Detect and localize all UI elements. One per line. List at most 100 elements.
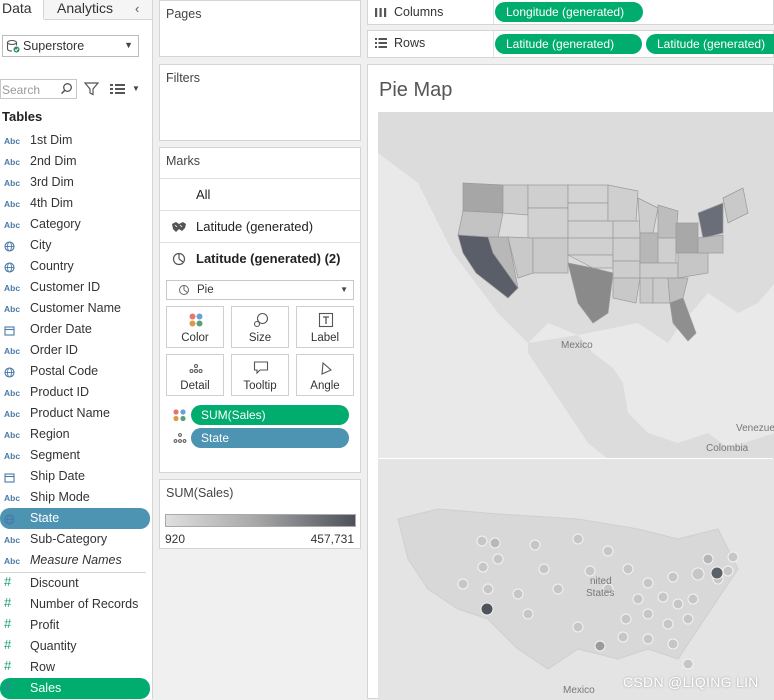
field-4th-dim[interactable]: Abc 4th Dim bbox=[0, 193, 150, 214]
marks-layer-2-label: Latitude (generated) (2) bbox=[196, 251, 341, 266]
number-type-icon: # bbox=[4, 679, 12, 694]
rows-pill-latitude-2[interactable]: Latitude (generated) bbox=[646, 34, 774, 54]
size-button[interactable]: Size bbox=[231, 306, 289, 348]
map-label-united-states-2: States bbox=[586, 588, 614, 599]
marks-pill-row-detail: State bbox=[166, 428, 356, 448]
field-label: Customer ID bbox=[30, 280, 101, 294]
string-type-icon: Abc bbox=[4, 157, 21, 167]
field-1st-dim[interactable]: Abc 1st Dim bbox=[0, 130, 150, 151]
tooltip-icon bbox=[253, 361, 269, 375]
field-ship-date[interactable]: Ship Date bbox=[0, 466, 150, 487]
globe-icon bbox=[4, 367, 22, 378]
field-label: Ship Mode bbox=[30, 490, 90, 504]
field-sales[interactable]: # Sales bbox=[0, 678, 150, 699]
field-label: Measure Names bbox=[30, 553, 122, 567]
angle-button[interactable]: Angle bbox=[296, 354, 354, 396]
string-type-icon: Abc bbox=[4, 451, 21, 461]
filters-card[interactable]: Filters bbox=[159, 64, 361, 141]
field-customer-name[interactable]: Abc Customer Name bbox=[0, 298, 150, 319]
marks-pill-state[interactable]: State bbox=[191, 428, 349, 448]
label-icon bbox=[318, 312, 334, 328]
number-type-icon: # bbox=[4, 658, 12, 673]
field-label: Category bbox=[30, 217, 81, 231]
field-3rd-dim[interactable]: Abc 3rd Dim bbox=[0, 172, 150, 193]
label-button[interactable]: Label bbox=[296, 306, 354, 348]
field-label: Product ID bbox=[30, 385, 90, 399]
field-quantity[interactable]: # Quantity bbox=[0, 636, 150, 657]
filled-map[interactable]: Mexico Colombia Venezue bbox=[378, 112, 774, 458]
field-measure-names[interactable]: Abc Measure Names bbox=[0, 550, 150, 571]
field-sub-category[interactable]: Abc Sub-Category bbox=[0, 529, 150, 550]
field-2nd-dim[interactable]: Abc 2nd Dim bbox=[0, 151, 150, 172]
field-label: Region bbox=[30, 427, 70, 441]
tooltip-button[interactable]: Tooltip bbox=[231, 354, 289, 396]
rows-icon bbox=[375, 38, 387, 48]
color-legend-max: 457,731 bbox=[310, 532, 354, 546]
rows-pill-latitude-1[interactable]: Latitude (generated) bbox=[495, 34, 642, 54]
field-segment[interactable]: Abc Segment bbox=[0, 445, 150, 466]
field-category[interactable]: Abc Category bbox=[0, 214, 150, 235]
color-button[interactable]: Color bbox=[166, 306, 224, 348]
string-type-icon: Abc bbox=[4, 556, 21, 566]
field-label: 1st Dim bbox=[30, 133, 73, 147]
field-label: 2nd Dim bbox=[30, 154, 77, 168]
map-label-venezuela: Venezue bbox=[736, 423, 774, 434]
field-discount[interactable]: # Discount bbox=[0, 573, 150, 594]
field-region[interactable]: Abc Region bbox=[0, 424, 150, 445]
mark-type-dropdown[interactable]: Pie ▼ bbox=[166, 280, 354, 300]
datasource-selector[interactable]: Superstore ▼ bbox=[2, 35, 139, 57]
label-button-label: Label bbox=[310, 332, 340, 344]
field-number-of-records[interactable]: # Number of Records bbox=[0, 594, 150, 615]
globe-icon bbox=[4, 514, 22, 525]
field-label: Quantity bbox=[30, 639, 77, 653]
field-label: Discount bbox=[30, 576, 79, 590]
marks-layer-all[interactable]: All bbox=[160, 178, 360, 209]
field-postal-code[interactable]: Postal Code bbox=[0, 361, 150, 382]
color-legend-card[interactable]: SUM(Sales) 920 457,731 bbox=[159, 479, 361, 549]
view-options-chevron-icon[interactable]: ▼ bbox=[132, 84, 140, 93]
field-row[interactable]: # Row bbox=[0, 657, 150, 678]
pie-mark-new-york bbox=[710, 566, 724, 580]
field-country[interactable]: Country bbox=[0, 256, 150, 277]
field-state[interactable]: State bbox=[0, 508, 150, 529]
tab-data[interactable]: Data bbox=[0, 0, 44, 20]
field-product-name[interactable]: Abc Product Name bbox=[0, 403, 150, 424]
field-city[interactable]: City bbox=[0, 235, 150, 256]
marks-pill-sum-sales[interactable]: SUM(Sales) bbox=[191, 405, 349, 425]
number-type-icon: # bbox=[4, 595, 12, 610]
field-product-id[interactable]: Abc Product ID bbox=[0, 382, 150, 403]
columns-shelf[interactable]: Columns Longitude (generated) bbox=[367, 0, 774, 25]
field-label: City bbox=[30, 238, 52, 252]
field-ship-mode[interactable]: Abc Ship Mode bbox=[0, 487, 150, 508]
color-icon bbox=[189, 313, 203, 327]
field-customer-id[interactable]: Abc Customer ID bbox=[0, 277, 150, 298]
pie-mark-texas bbox=[594, 640, 606, 652]
field-order-date[interactable]: Order Date bbox=[0, 319, 150, 340]
string-type-icon: Abc bbox=[4, 388, 21, 398]
sheet-title: Pie Map bbox=[379, 79, 453, 101]
detail-button[interactable]: Detail bbox=[166, 354, 224, 396]
columns-pill-longitude[interactable]: Longitude (generated) bbox=[495, 2, 643, 22]
string-type-icon: Abc bbox=[4, 283, 21, 293]
field-profit[interactable]: # Profit bbox=[0, 615, 150, 636]
rows-shelf[interactable]: Rows Latitude (generated) Latitude (gene… bbox=[367, 30, 774, 58]
pie-map[interactable]: nited States Mexico bbox=[378, 459, 774, 700]
marks-layer-1[interactable]: Latitude (generated) bbox=[160, 210, 360, 241]
view-options-icon[interactable] bbox=[110, 83, 125, 95]
marks-card-title: Marks bbox=[166, 154, 201, 168]
field-search-input[interactable]: Search bbox=[0, 79, 77, 99]
marks-layer-2[interactable]: Latitude (generated) (2) bbox=[160, 242, 360, 273]
field-label: State bbox=[30, 511, 60, 525]
color-legend-min: 920 bbox=[165, 532, 186, 546]
string-type-icon: Abc bbox=[4, 199, 21, 209]
columns-icon bbox=[375, 8, 387, 17]
map-label-colombia: Colombia bbox=[706, 443, 749, 454]
tab-analytics[interactable]: Analytics bbox=[57, 0, 113, 20]
field-label: Order ID bbox=[30, 343, 78, 357]
collapse-pane-button[interactable]: ‹ bbox=[135, 0, 149, 20]
field-order-id[interactable]: Abc Order ID bbox=[0, 340, 150, 361]
detail-icon bbox=[189, 364, 203, 373]
filter-icon[interactable] bbox=[84, 81, 99, 96]
pages-card[interactable]: Pages bbox=[159, 0, 361, 57]
mark-type-label: Pie bbox=[197, 284, 214, 296]
